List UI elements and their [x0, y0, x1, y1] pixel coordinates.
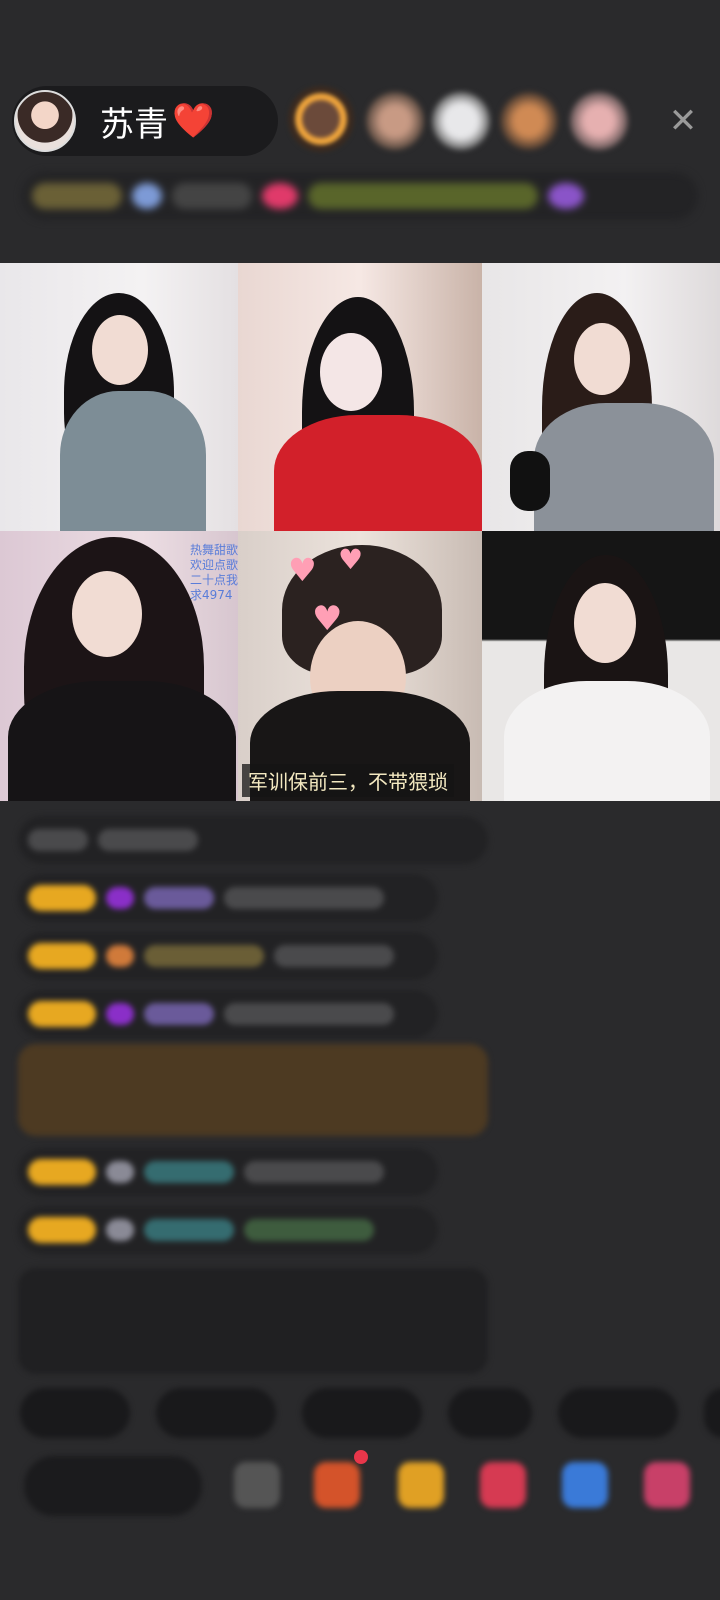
quick-reply-button[interactable] [20, 1388, 130, 1438]
host-body [534, 403, 714, 531]
heart-icon [106, 945, 134, 967]
chat-text [224, 887, 384, 909]
chat-message [18, 932, 438, 980]
system-notice [18, 1268, 488, 1374]
level-badge [28, 1217, 96, 1243]
notification-dot [354, 1450, 368, 1464]
present-icon[interactable] [644, 1462, 690, 1508]
video-subtitle: 军训保前三，不带猥琐 [242, 764, 454, 797]
heart-gift-icon[interactable] [480, 1462, 526, 1508]
level-badge [28, 885, 96, 911]
chat-message [18, 990, 438, 1038]
chat-message [18, 816, 488, 864]
info-chip [172, 183, 252, 209]
chat-message [18, 874, 438, 922]
video-grid: 热舞甜歌 欢迎点歌 二十点我 求4974 ♥ ♥ ♥ 军训保前三，不带猥琐 [0, 263, 720, 801]
viewer-avatar[interactable] [432, 92, 490, 150]
chat-input[interactable] [24, 1456, 202, 1516]
video-seat-3[interactable] [482, 263, 720, 531]
promo-chip[interactable] [308, 183, 538, 209]
microphone [510, 451, 550, 511]
chat-text [224, 1003, 394, 1025]
rank-chip[interactable] [32, 183, 122, 209]
gift-message [18, 1044, 488, 1136]
heart-sticker-icon: ♥ [288, 551, 317, 589]
username [144, 887, 214, 909]
gem-icon [106, 887, 134, 909]
video-seat-5[interactable]: ♥ ♥ ♥ 军训保前三，不带猥琐 [238, 531, 482, 801]
quick-reply-button[interactable] [448, 1388, 532, 1438]
wallet-icon[interactable] [398, 1462, 444, 1508]
host-face [320, 333, 382, 411]
level-badge [28, 943, 96, 969]
close-icon[interactable]: ✕ [666, 104, 700, 138]
viewer-avatar[interactable] [366, 92, 424, 150]
username [144, 1161, 234, 1183]
overlay-line: 求4974 [190, 588, 233, 602]
room-info-bar[interactable] [22, 172, 698, 220]
quick-reply-button[interactable] [302, 1388, 422, 1438]
overlay-line: 热舞甜歌 [190, 543, 238, 557]
video-seat-1[interactable] [0, 263, 238, 531]
host-body [274, 415, 482, 531]
viewer-avatar[interactable] [500, 92, 558, 150]
host-body [60, 391, 206, 531]
video-seat-2[interactable] [238, 263, 482, 531]
heart-icon: ❤️ [172, 101, 215, 141]
host-body [8, 681, 236, 801]
more-icon[interactable] [548, 183, 584, 209]
username [144, 945, 264, 967]
host-name: 苏青 ❤️ [100, 97, 214, 146]
overlay-line: 二十点我 [190, 573, 238, 587]
chat-message [18, 1206, 438, 1254]
chat-text [28, 829, 88, 851]
host-body [504, 681, 710, 801]
host-info-pill[interactable]: 苏青 ❤️ [12, 86, 278, 156]
overlay-text: 热舞甜歌 欢迎点歌 二十点我 求4974 [190, 543, 238, 603]
chat-text [274, 945, 394, 967]
host-face [574, 323, 630, 395]
gem-icon [106, 1003, 134, 1025]
emoji-icon[interactable] [234, 1462, 280, 1508]
quick-reply-button[interactable] [704, 1388, 720, 1438]
video-seat-4[interactable]: 热舞甜歌 欢迎点歌 二十点我 求4974 [0, 531, 238, 801]
user-avatar [106, 1161, 134, 1183]
sphere-icon [132, 183, 162, 209]
gift-icon[interactable] [262, 183, 298, 209]
chat-text [244, 1161, 384, 1183]
viewer-avatar[interactable] [288, 86, 354, 152]
game-controller-icon[interactable] [562, 1462, 608, 1508]
viewer-avatar[interactable] [570, 92, 628, 150]
quick-reply-button[interactable] [156, 1388, 276, 1438]
heart-sticker-icon: ♥ [338, 543, 364, 576]
host-avatar[interactable] [14, 90, 76, 152]
gift-box-icon[interactable] [314, 1462, 360, 1508]
level-badge [28, 1159, 96, 1185]
host-face [574, 583, 636, 663]
heart-sticker-icon: ♥ [312, 599, 343, 639]
level-badge [28, 1001, 96, 1027]
chat-text [244, 1219, 374, 1241]
overlay-line: 欢迎点歌 [190, 558, 238, 572]
video-seat-6[interactable] [482, 531, 720, 801]
host-name-text: 苏青 [100, 104, 168, 145]
username [144, 1003, 214, 1025]
user-avatar [106, 1219, 134, 1241]
host-face [92, 315, 148, 385]
chat-text [98, 829, 198, 851]
chat-message [18, 1148, 438, 1196]
quick-reply-button[interactable] [558, 1388, 678, 1438]
host-face [72, 571, 142, 657]
username [144, 1219, 234, 1241]
